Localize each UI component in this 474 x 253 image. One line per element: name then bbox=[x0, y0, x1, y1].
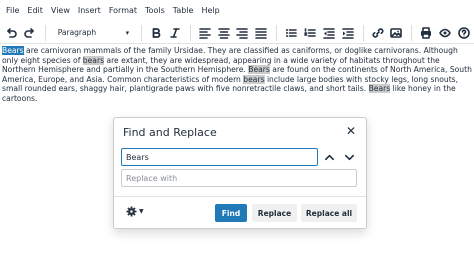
toolbar-separator bbox=[44, 24, 46, 41]
help-button[interactable] bbox=[455, 24, 473, 42]
menu-view[interactable]: View bbox=[47, 0, 74, 22]
numbered-list-icon bbox=[304, 27, 316, 37]
numbered-list-button[interactable] bbox=[301, 24, 319, 42]
find-input[interactable] bbox=[121, 148, 318, 166]
find-button[interactable]: Find bbox=[215, 204, 247, 222]
align-center-icon bbox=[217, 27, 230, 39]
bullet-list-icon bbox=[286, 28, 297, 37]
close-icon: ✕ bbox=[345, 124, 357, 138]
align-justify-icon bbox=[255, 27, 268, 39]
menu-format[interactable]: Format bbox=[105, 0, 141, 22]
undo-icon bbox=[7, 27, 17, 38]
align-right-button[interactable] bbox=[234, 24, 252, 42]
indent-icon bbox=[341, 27, 354, 39]
outdent-icon bbox=[323, 27, 335, 39]
italic-icon bbox=[170, 27, 180, 38]
toolbar-separator bbox=[362, 24, 364, 41]
replace-button[interactable]: Replace bbox=[252, 204, 297, 222]
menu-edit[interactable]: Edit bbox=[23, 0, 47, 22]
bold-icon bbox=[152, 27, 161, 38]
align-right-icon bbox=[236, 27, 249, 39]
toolbar-separator bbox=[411, 24, 413, 41]
print-icon bbox=[421, 26, 432, 39]
preview-icon bbox=[439, 28, 451, 37]
menu-file[interactable]: File bbox=[2, 0, 23, 22]
bold-button[interactable] bbox=[147, 24, 165, 42]
settings-menu-button[interactable]: ▼ bbox=[126, 206, 144, 217]
menubar: File Edit View Insert Format Tools Table… bbox=[0, 0, 474, 22]
editor-content[interactable]: Bears are carnivoran mammals of the fami… bbox=[2, 46, 472, 104]
italic-button[interactable] bbox=[166, 24, 184, 42]
help-icon bbox=[458, 26, 470, 39]
toolbar-separator bbox=[189, 24, 191, 41]
menu-table[interactable]: Table bbox=[169, 0, 198, 22]
search-match: Bears bbox=[248, 65, 270, 75]
search-match: Bears bbox=[368, 84, 391, 94]
toolbar-separator bbox=[141, 24, 143, 41]
replace-all-button[interactable]: Replace all bbox=[301, 204, 357, 222]
chevron-down-icon bbox=[344, 154, 354, 160]
replace-input[interactable] bbox=[121, 169, 357, 187]
redo-icon bbox=[24, 27, 34, 38]
print-button[interactable] bbox=[417, 24, 435, 42]
block-format-select[interactable]: Paragraph ▾ bbox=[54, 24, 133, 42]
find-next-button[interactable] bbox=[341, 149, 357, 165]
find-replace-dialog: Find and Replace ✕ ▼ Find Replace Replac… bbox=[113, 117, 367, 229]
preview-button[interactable] bbox=[436, 24, 454, 42]
menu-insert[interactable]: Insert bbox=[74, 0, 105, 22]
menu-tools[interactable]: Tools bbox=[141, 0, 169, 22]
block-format-label: Paragraph bbox=[57, 28, 97, 37]
toolbar: Paragraph ▾ bbox=[0, 22, 474, 44]
align-center-button[interactable] bbox=[215, 24, 233, 42]
chevron-down-icon: ▾ bbox=[125, 28, 130, 37]
indent-button[interactable] bbox=[339, 24, 357, 42]
search-match: bears bbox=[82, 55, 105, 65]
close-button[interactable]: ✕ bbox=[344, 124, 358, 138]
outdent-button[interactable] bbox=[320, 24, 338, 42]
redo-button[interactable] bbox=[21, 24, 39, 42]
undo-button[interactable] bbox=[2, 24, 20, 42]
search-match-current: Bears bbox=[2, 46, 24, 55]
chevron-up-icon bbox=[324, 154, 334, 160]
align-justify-button[interactable] bbox=[252, 24, 270, 42]
link-button[interactable] bbox=[369, 24, 387, 42]
search-match: bears bbox=[243, 74, 265, 84]
dialog-title: Find and Replace bbox=[123, 126, 217, 139]
image-icon bbox=[390, 27, 403, 38]
menu-help[interactable]: Help bbox=[197, 0, 223, 22]
bullet-list-button[interactable] bbox=[282, 24, 300, 42]
align-left-button[interactable] bbox=[196, 24, 214, 42]
dialog-divider bbox=[114, 196, 366, 197]
align-left-icon bbox=[198, 27, 211, 39]
link-icon bbox=[372, 27, 384, 38]
chevron-down-icon: ▼ bbox=[139, 208, 144, 215]
image-button[interactable] bbox=[388, 24, 406, 42]
gear-icon bbox=[126, 206, 137, 217]
toolbar-separator bbox=[276, 24, 278, 41]
find-previous-button[interactable] bbox=[321, 149, 337, 165]
